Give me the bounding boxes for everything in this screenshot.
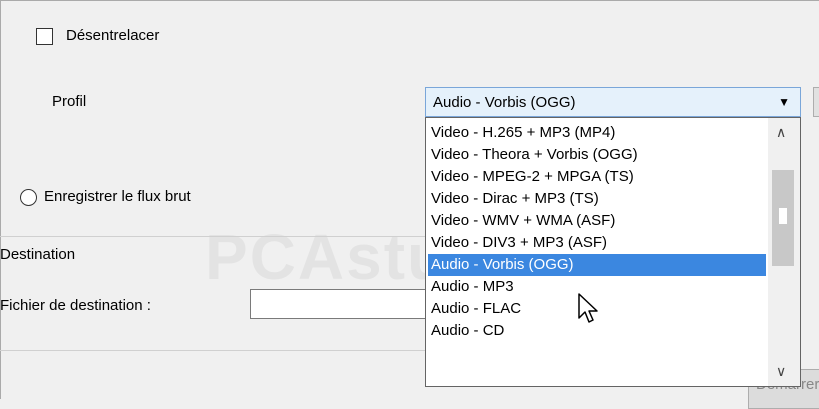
thumb-grip [779, 208, 787, 224]
dropdown-item[interactable]: Video - H.265 + MP3 (MP4) [428, 122, 766, 144]
dropdown-item[interactable]: Video - WMV + WMA (ASF) [428, 210, 766, 232]
divider [0, 236, 425, 237]
dropdown-item[interactable]: Video - MPEG-2 + MPGA (TS) [428, 166, 766, 188]
raw-stream-radio[interactable] [20, 189, 37, 206]
deinterlace-label[interactable]: Désentrelacer [66, 27, 159, 44]
destination-file-label: Fichier de destination : [0, 297, 151, 314]
scroll-up-icon[interactable]: ∧ [776, 124, 786, 141]
profile-select-value: Audio - Vorbis (OGG) [433, 94, 576, 111]
dropdown-item-selected[interactable]: Audio - Vorbis (OGG) [428, 254, 766, 276]
mouse-pointer-icon [578, 293, 598, 323]
profile-select[interactable]: Audio - Vorbis (OGG) ▼ [425, 87, 801, 117]
divider [0, 350, 425, 351]
dropdown-scrollbar[interactable]: ∧ ∨ [768, 118, 800, 386]
dropdown-item[interactable]: Video - Dirac + MP3 (TS) [428, 188, 766, 210]
deinterlace-checkbox[interactable] [36, 28, 53, 45]
profile-edit-button[interactable] [813, 87, 819, 117]
raw-stream-label[interactable]: Enregistrer le flux brut [44, 188, 191, 205]
profile-dropdown-list[interactable]: Video - H.265 + MP3 (MP4) Video - Theora… [425, 117, 801, 387]
scrollbar-thumb[interactable] [772, 170, 794, 266]
chevron-down-icon[interactable]: ▼ [778, 95, 790, 109]
profile-label: Profil [52, 93, 87, 110]
dropdown-item[interactable]: Video - DIV3 + MP3 (ASF) [428, 232, 766, 254]
destination-section-label: Destination [0, 246, 76, 263]
scroll-down-icon[interactable]: ∨ [776, 363, 786, 380]
dropdown-item[interactable] [428, 342, 766, 364]
dropdown-item[interactable]: Video - Theora + Vorbis (OGG) [428, 144, 766, 166]
